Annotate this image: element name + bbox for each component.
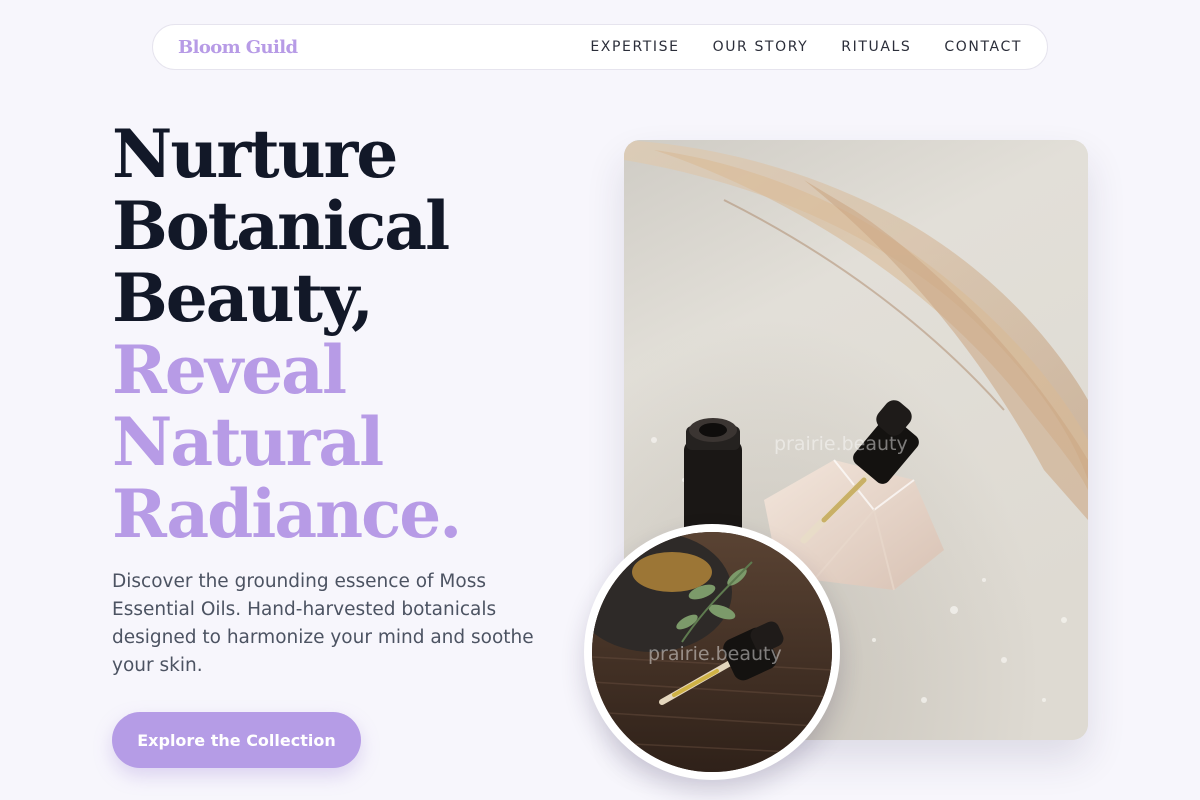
explore-collection-button[interactable]: Explore the Collection bbox=[112, 712, 361, 768]
headline-accent-line: Natural bbox=[112, 403, 384, 481]
top-nav: Bloom Guild EXPERTISE OUR STORY RITUALS … bbox=[152, 24, 1048, 70]
headline-line: Botanical bbox=[112, 187, 450, 265]
hero-description: Discover the grounding essence of Moss E… bbox=[112, 571, 534, 676]
brand-logo[interactable]: Bloom Guild bbox=[178, 37, 298, 58]
hero-headline: Nurture Botanical Beauty, Reveal Natural… bbox=[112, 115, 462, 553]
nav-link-rituals[interactable]: RITUALS bbox=[841, 39, 911, 55]
headline-accent-line: Reveal bbox=[112, 331, 347, 409]
nav-link-contact[interactable]: CONTACT bbox=[944, 39, 1022, 55]
main-watermark: prairie.beauty bbox=[774, 433, 908, 455]
headline-line: Nurture bbox=[112, 115, 398, 193]
headline-accent-line: Radiance. bbox=[112, 475, 462, 553]
nav-links: EXPERTISE OUR STORY RITUALS CONTACT bbox=[590, 39, 1022, 55]
nav-link-our-story[interactable]: OUR STORY bbox=[713, 39, 809, 55]
inset-watermark: prairie.beauty bbox=[648, 643, 782, 665]
inset-product-photo: prairie.beauty bbox=[584, 524, 840, 780]
headline-line: Beauty, bbox=[112, 259, 374, 337]
nav-link-expertise[interactable]: EXPERTISE bbox=[590, 39, 679, 55]
